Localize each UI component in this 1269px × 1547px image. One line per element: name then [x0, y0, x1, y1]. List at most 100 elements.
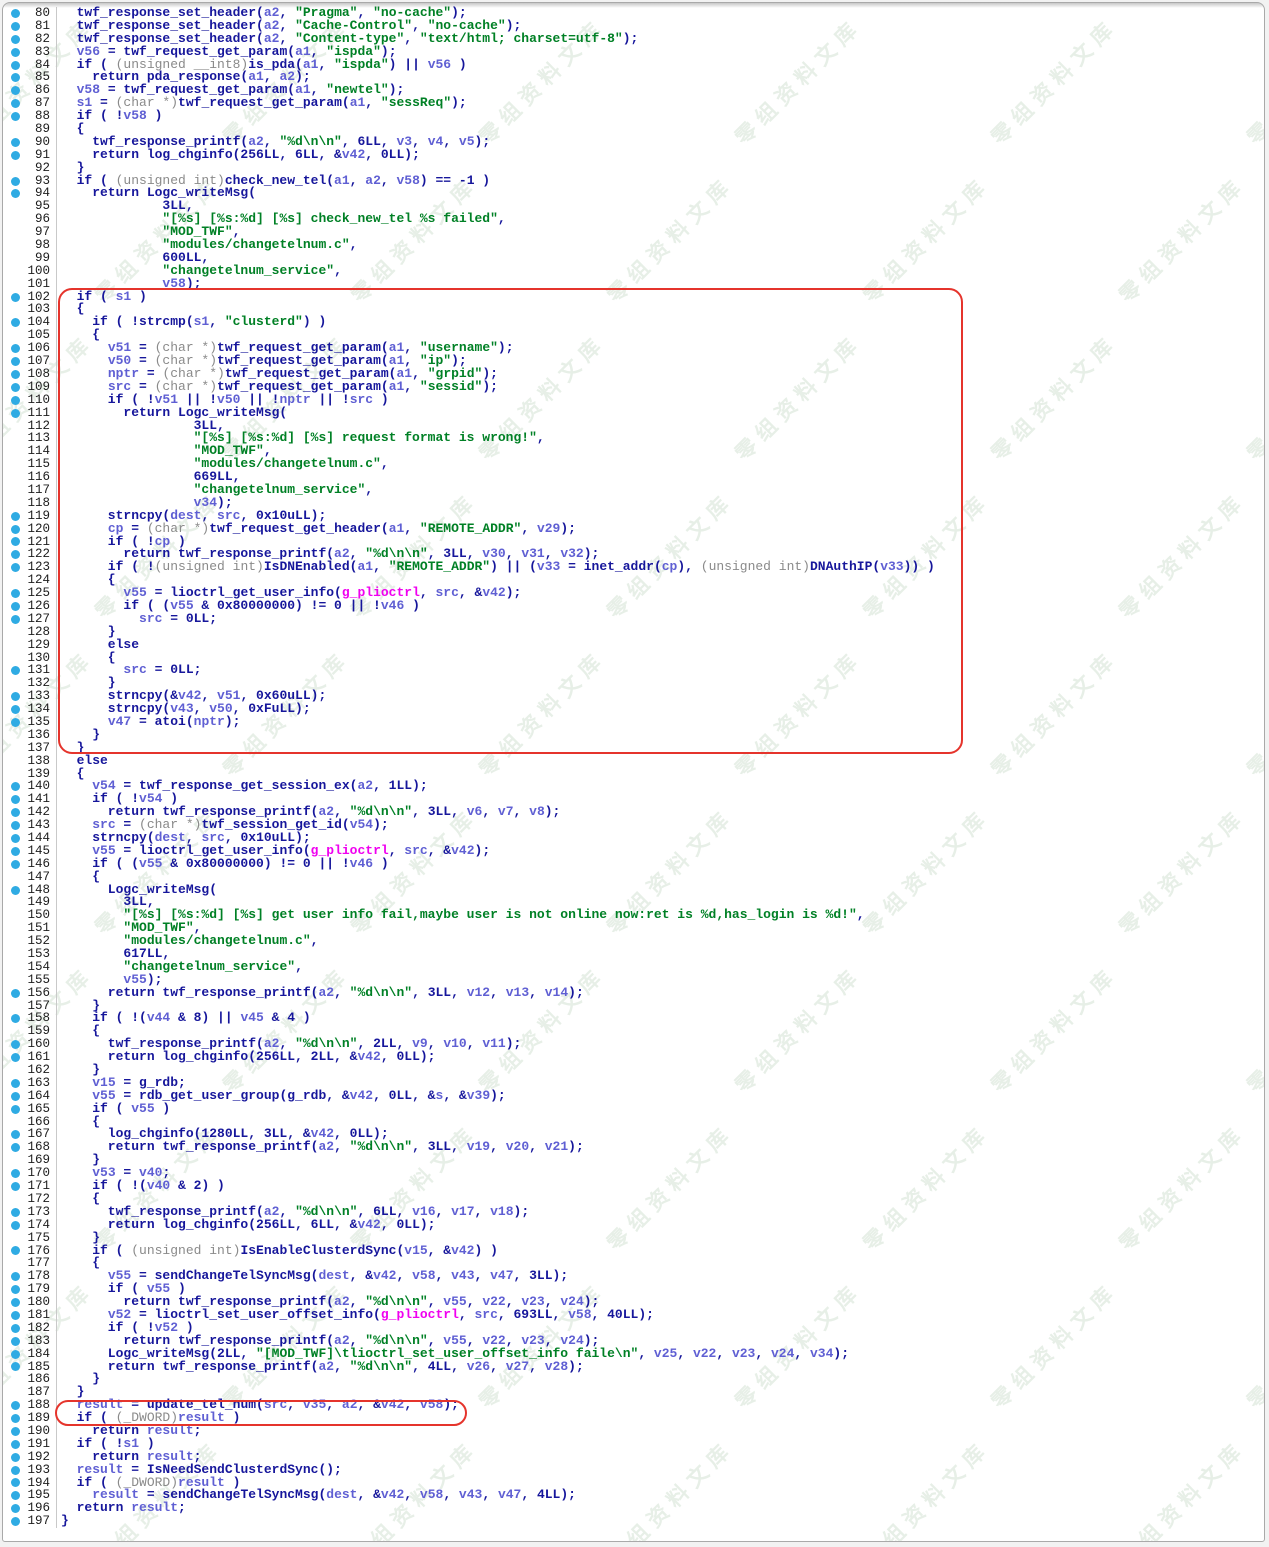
code-line[interactable]: 185 return twf_response_printf(a2, "%d\n…	[3, 1361, 1264, 1374]
code-line[interactable]: 146 if ( (v55 & 0x80000000) != 0 || !v46…	[3, 858, 1264, 871]
breakpoint-dot-icon[interactable]	[11, 615, 20, 624]
breakpoint-dot-icon[interactable]	[11, 1362, 20, 1371]
breakpoint-cell[interactable]	[3, 692, 23, 701]
breakpoint-cell[interactable]	[3, 35, 23, 44]
breakpoint-cell[interactable]	[3, 1466, 23, 1475]
breakpoint-cell[interactable]	[3, 61, 23, 70]
breakpoint-dot-icon[interactable]	[11, 86, 20, 95]
breakpoint-cell[interactable]	[3, 1169, 23, 1178]
code-text[interactable]: return result;	[57, 1502, 186, 1515]
breakpoint-cell[interactable]	[3, 1337, 23, 1346]
breakpoint-dot-icon[interactable]	[11, 1324, 20, 1333]
breakpoint-dot-icon[interactable]	[11, 602, 20, 611]
breakpoint-cell[interactable]	[3, 344, 23, 353]
breakpoint-dot-icon[interactable]	[11, 151, 20, 160]
breakpoint-cell[interactable]	[3, 357, 23, 366]
code-line[interactable]: 91 return log_chginfo(256LL, 6LL, &v42, …	[3, 149, 1264, 162]
breakpoint-dot-icon[interactable]	[11, 550, 20, 559]
breakpoint-dot-icon[interactable]	[11, 99, 20, 108]
breakpoint-dot-icon[interactable]	[11, 589, 20, 598]
breakpoint-cell[interactable]	[3, 1504, 23, 1513]
breakpoint-cell[interactable]	[3, 1414, 23, 1423]
code-line[interactable]: 169 }	[3, 1154, 1264, 1167]
breakpoint-dot-icon[interactable]	[11, 692, 20, 701]
breakpoint-cell[interactable]	[3, 989, 23, 998]
breakpoint-cell[interactable]	[3, 1491, 23, 1500]
breakpoint-cell[interactable]	[3, 86, 23, 95]
breakpoint-dot-icon[interactable]	[11, 138, 20, 147]
breakpoint-cell[interactable]	[3, 1272, 23, 1281]
breakpoint-dot-icon[interactable]	[11, 22, 20, 31]
breakpoint-dot-icon[interactable]	[11, 1453, 20, 1462]
code-area[interactable]: 80 twf_response_set_header(a2, "Pragma",…	[3, 3, 1264, 1541]
breakpoint-cell[interactable]	[3, 409, 23, 418]
code-line[interactable]: 165 if ( v55 )	[3, 1103, 1264, 1116]
breakpoint-dot-icon[interactable]	[11, 357, 20, 366]
breakpoint-dot-icon[interactable]	[11, 1466, 20, 1475]
breakpoint-dot-icon[interactable]	[11, 563, 20, 572]
code-line[interactable]: 162 }	[3, 1064, 1264, 1077]
breakpoint-cell[interactable]	[3, 1517, 23, 1526]
breakpoint-dot-icon[interactable]	[11, 1246, 20, 1255]
breakpoint-dot-icon[interactable]	[11, 1414, 20, 1423]
breakpoint-dot-icon[interactable]	[11, 1053, 20, 1062]
code-line[interactable]: 186 }	[3, 1373, 1264, 1386]
code-text[interactable]: }	[57, 1515, 69, 1528]
breakpoint-dot-icon[interactable]	[11, 795, 20, 804]
code-line[interactable]: 161 return log_chginfo(256LL, 2LL, &v42,…	[3, 1051, 1264, 1064]
code-line[interactable]: 136 }	[3, 729, 1264, 742]
code-text[interactable]: if ( (unsigned int)IsEnableClusterdSync(…	[57, 1245, 498, 1258]
breakpoint-dot-icon[interactable]	[11, 112, 20, 121]
breakpoint-dot-icon[interactable]	[11, 1478, 20, 1487]
breakpoint-dot-icon[interactable]	[11, 847, 20, 856]
breakpoint-dot-icon[interactable]	[11, 1427, 20, 1436]
breakpoint-dot-icon[interactable]	[11, 860, 20, 869]
breakpoint-dot-icon[interactable]	[11, 821, 20, 830]
code-line[interactable]: 176 if ( (unsigned int)IsEnableClusterdS…	[3, 1245, 1264, 1258]
breakpoint-dot-icon[interactable]	[11, 886, 20, 895]
breakpoint-dot-icon[interactable]	[11, 177, 20, 186]
breakpoint-dot-icon[interactable]	[11, 525, 20, 534]
breakpoint-cell[interactable]	[3, 9, 23, 18]
code-line[interactable]: 178 v55 = sendChangeTelSyncMsg(dest, &v4…	[3, 1270, 1264, 1283]
breakpoint-dot-icon[interactable]	[11, 1337, 20, 1346]
code-line[interactable]: 148 Logc_writeMsg(	[3, 884, 1264, 897]
breakpoint-dot-icon[interactable]	[11, 1440, 20, 1449]
code-line[interactable]: 137 }	[3, 742, 1264, 755]
breakpoint-cell[interactable]	[3, 1053, 23, 1062]
breakpoint-cell[interactable]	[3, 138, 23, 147]
breakpoint-cell[interactable]	[3, 1014, 23, 1023]
breakpoint-cell[interactable]	[3, 537, 23, 546]
breakpoint-cell[interactable]	[3, 1092, 23, 1101]
breakpoint-cell[interactable]	[3, 718, 23, 727]
breakpoint-cell[interactable]	[3, 99, 23, 108]
breakpoint-dot-icon[interactable]	[11, 318, 20, 327]
breakpoint-cell[interactable]	[3, 808, 23, 817]
breakpoint-cell[interactable]	[3, 22, 23, 31]
breakpoint-cell[interactable]	[3, 1478, 23, 1487]
breakpoint-cell[interactable]	[3, 177, 23, 186]
breakpoint-dot-icon[interactable]	[11, 1182, 20, 1191]
breakpoint-dot-icon[interactable]	[11, 1105, 20, 1114]
breakpoint-dot-icon[interactable]	[11, 1504, 20, 1513]
code-line[interactable]: 164 v55 = rdb_get_user_group(g_rdb, &v42…	[3, 1090, 1264, 1103]
breakpoint-dot-icon[interactable]	[11, 396, 20, 405]
code-line[interactable]: 127 src = 0LL;	[3, 613, 1264, 626]
breakpoint-cell[interactable]	[3, 112, 23, 121]
breakpoint-cell[interactable]	[3, 705, 23, 714]
code-line[interactable]: 101 v58);	[3, 278, 1264, 291]
breakpoint-cell[interactable]	[3, 1453, 23, 1462]
breakpoint-cell[interactable]	[3, 512, 23, 521]
breakpoint-cell[interactable]	[3, 589, 23, 598]
breakpoint-cell[interactable]	[3, 1182, 23, 1191]
code-line[interactable]: 156 return twf_response_printf(a2, "%d\n…	[3, 987, 1264, 1000]
code-line[interactable]: 129 else	[3, 639, 1264, 652]
breakpoint-dot-icon[interactable]	[11, 409, 20, 418]
code-text[interactable]: if ( (v55 & 0x80000000) != 0 || !v46 )	[57, 858, 389, 871]
breakpoint-cell[interactable]	[3, 1427, 23, 1436]
breakpoint-dot-icon[interactable]	[11, 73, 20, 82]
code-line[interactable]: 131 src = 0LL;	[3, 664, 1264, 677]
breakpoint-dot-icon[interactable]	[11, 293, 20, 302]
breakpoint-dot-icon[interactable]	[11, 9, 20, 18]
breakpoint-dot-icon[interactable]	[11, 1079, 20, 1088]
